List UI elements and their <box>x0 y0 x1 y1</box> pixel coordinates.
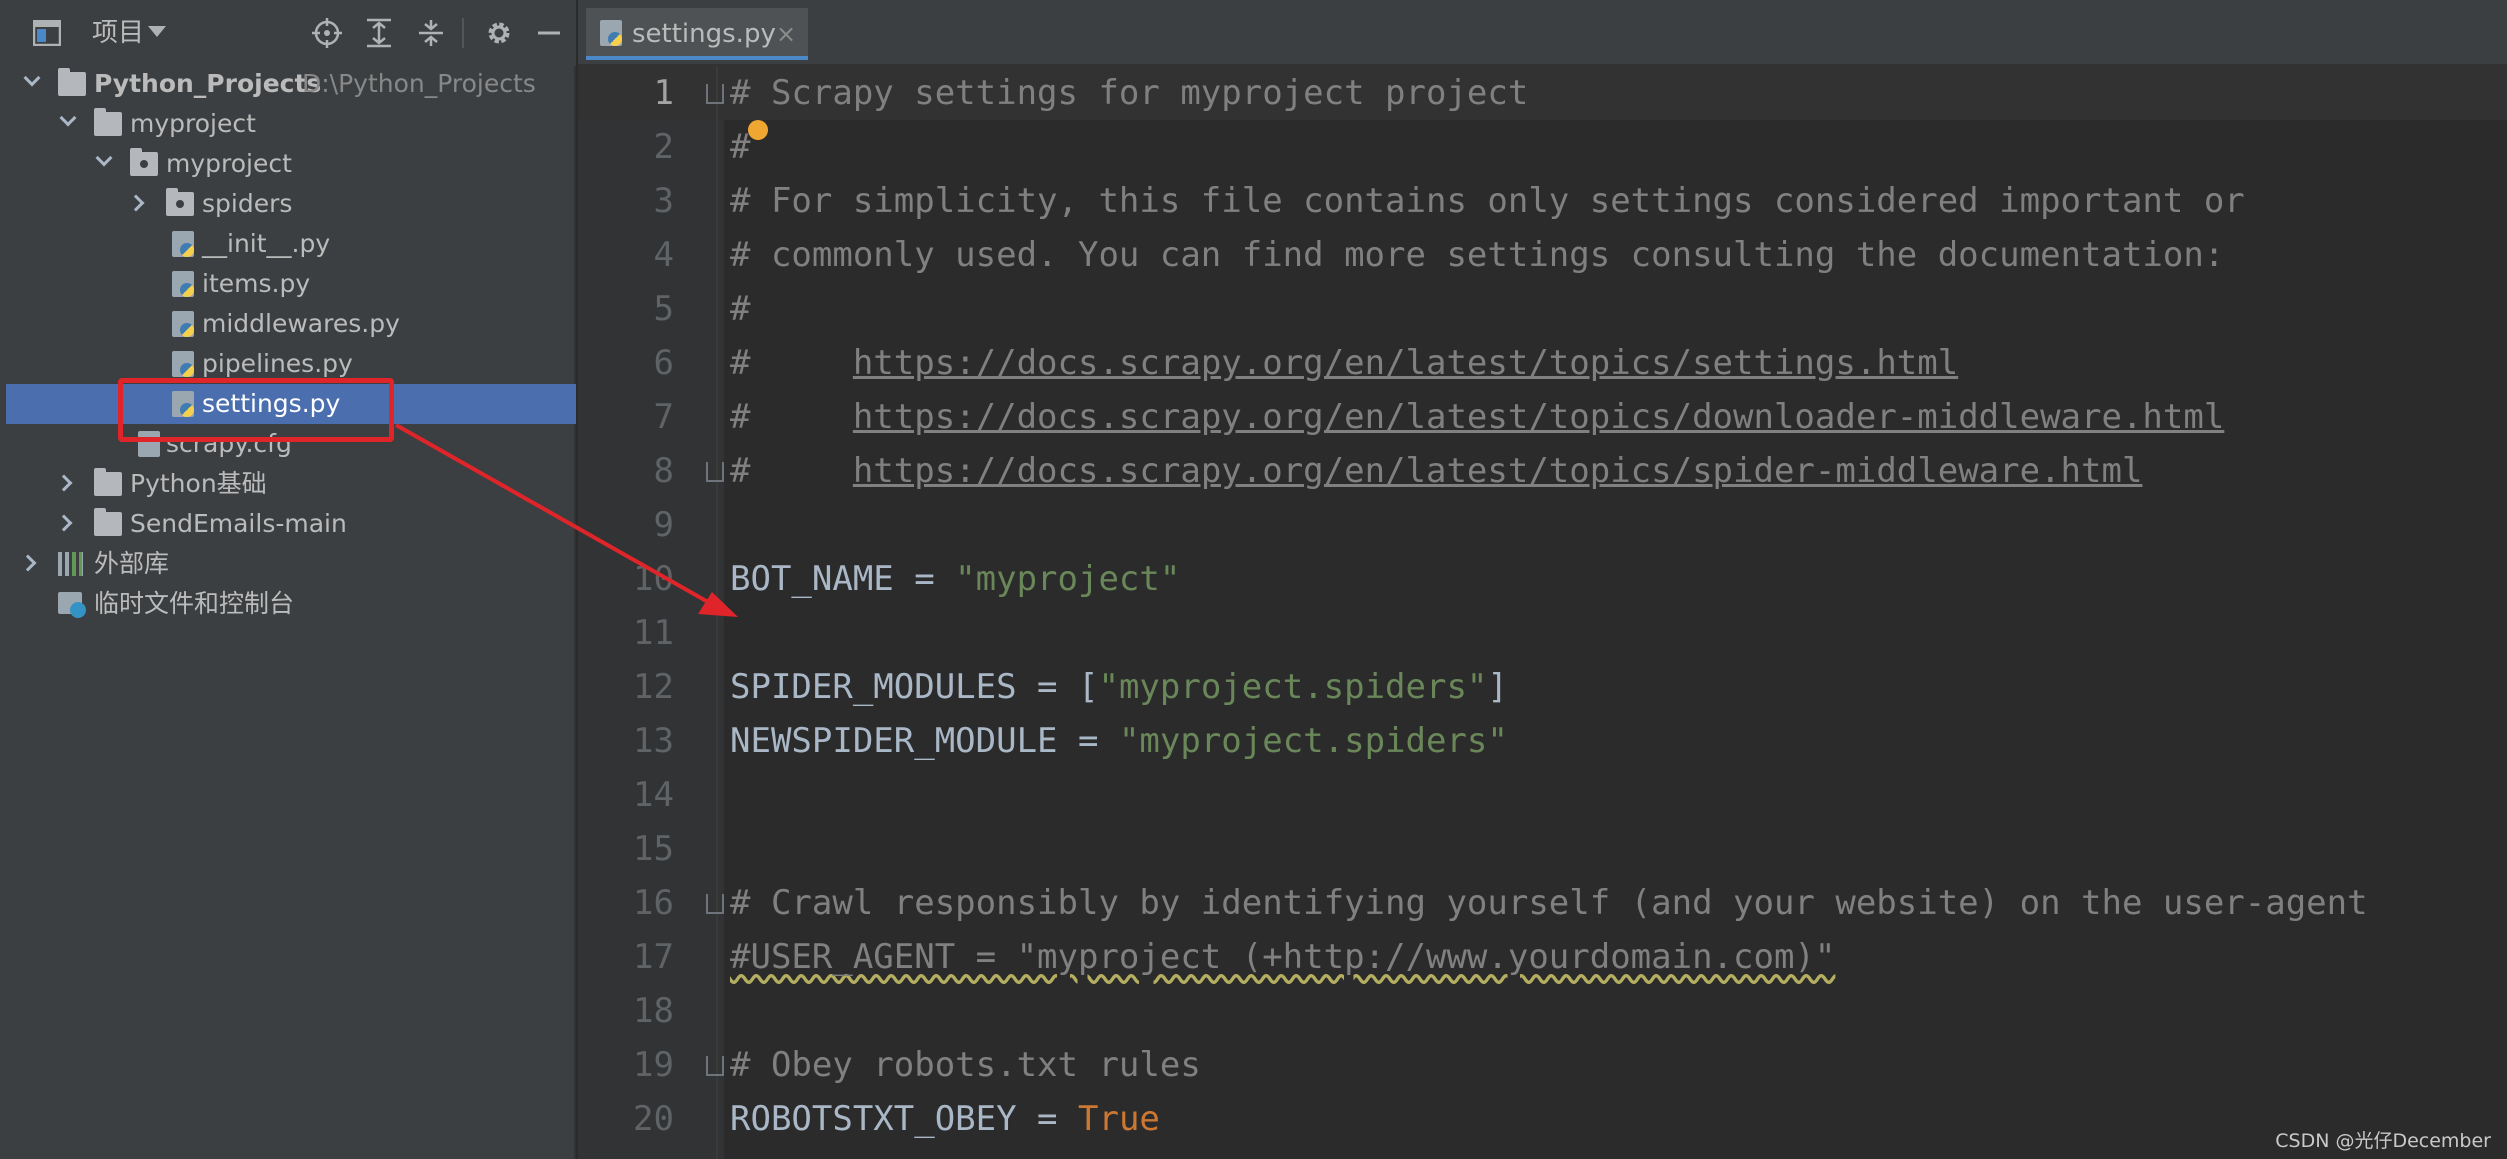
watermark: CSDN @光仔December <box>2275 1130 2491 1152</box>
annotation-arrow <box>395 423 738 617</box>
